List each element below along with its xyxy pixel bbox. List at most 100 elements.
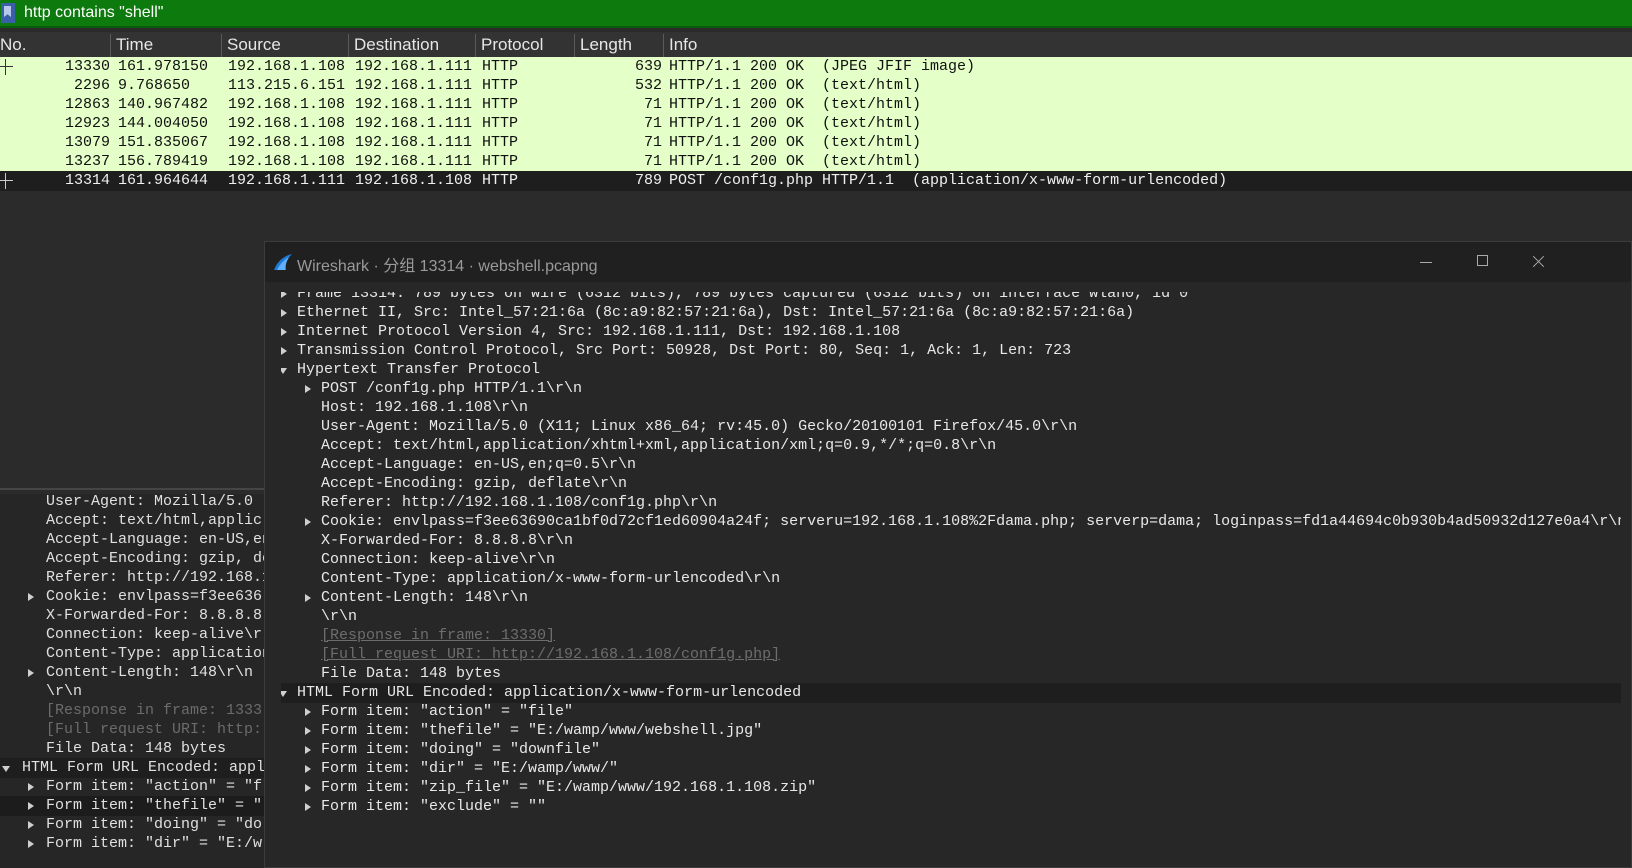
tree-row[interactable]: File Data: 148 bytes (281, 664, 1621, 684)
packet-detail-tree[interactable]: Frame 13314: 789 bytes on wire (6312 bit… (281, 292, 1621, 867)
collapse-arrow-icon[interactable] (281, 683, 291, 703)
column-divider[interactable] (221, 34, 222, 57)
display-filter-bar[interactable]: http contains "shell" (0, 0, 1632, 28)
packet-protocol: HTTP (482, 58, 519, 75)
packet-protocol: HTTP (482, 134, 519, 151)
packet-time: 161.964644 (118, 172, 209, 189)
column-header-protocol[interactable]: Protocol (481, 35, 543, 55)
tree-row[interactable]: \r\n (281, 607, 1621, 627)
expand-arrow-icon[interactable] (301, 740, 315, 760)
column-header-info[interactable]: Info (669, 35, 697, 55)
expand-arrow-icon[interactable] (301, 759, 315, 779)
close-icon[interactable] (1515, 242, 1561, 282)
packet-row[interactable]: 13237 156.789419 192.168.1.108 192.168.1… (0, 152, 1632, 172)
expand-arrow-icon[interactable] (24, 834, 38, 854)
column-header-time[interactable]: Time (116, 35, 153, 55)
detail-line-section[interactable]: HTML Form URL Encoded: appl (0, 758, 264, 778)
expand-arrow-icon[interactable] (24, 796, 38, 816)
tree-row[interactable]: X-Forwarded-For: 8.8.8.8\r\n (281, 531, 1621, 551)
tree-row-ethernet[interactable]: Ethernet II, Src: Intel_57:21:6a (8c:a9:… (281, 303, 1621, 323)
column-divider[interactable] (348, 34, 349, 57)
tree-row[interactable]: Accept-Encoding: gzip, deflate\r\n (281, 474, 1621, 494)
expand-arrow-icon[interactable] (301, 797, 315, 817)
tree-row-form-item[interactable]: Form item: "doing" = "downfile" (281, 740, 1621, 760)
packet-no: 13079 (64, 134, 110, 151)
packet-detail-pane[interactable]: User-Agent: Mozilla/5.0 Accept: text/htm… (0, 494, 264, 868)
expand-arrow-icon[interactable] (24, 587, 38, 607)
expand-arrow-icon[interactable] (24, 663, 38, 683)
packet-info: HTTP/1.1 200 OK (text/html) (669, 153, 922, 170)
tree-row-form-item[interactable]: Form item: "zip_file" = "E:/wamp/www/192… (281, 778, 1621, 798)
expand-arrow-icon[interactable] (301, 588, 315, 608)
packet-source: 192.168.1.108 (228, 134, 346, 151)
expand-arrow-icon[interactable] (24, 777, 38, 797)
window-titlebar[interactable]: Wireshark · 分组 13314 · webshell.pcapng (265, 242, 1631, 282)
expand-arrow-icon[interactable] (281, 322, 291, 342)
column-header-destination[interactable]: Destination (354, 35, 439, 55)
column-divider[interactable] (574, 34, 575, 57)
packet-no: 13237 (64, 153, 110, 170)
packet-row[interactable]: 13079 151.835067 192.168.1.108 192.168.1… (0, 133, 1632, 153)
packet-length: 639 (634, 58, 662, 75)
packet-row[interactable]: 13330 161.978150 192.168.1.108 192.168.1… (0, 57, 1632, 77)
column-divider[interactable] (663, 34, 664, 57)
column-divider[interactable] (110, 34, 111, 57)
tree-row[interactable]: Accept: text/html,application/xhtml+xml,… (281, 436, 1621, 456)
expand-arrow-icon[interactable] (24, 815, 38, 835)
expand-arrow-icon[interactable] (281, 341, 291, 361)
minimize-icon[interactable] (1403, 242, 1449, 282)
tree-row[interactable]: POST /conf1g.php HTTP/1.1\r\n (281, 379, 1621, 399)
packet-row[interactable]: 2296 9.768650 113.215.6.151 192.168.1.11… (0, 76, 1632, 96)
packet-no: 13314 (64, 172, 110, 189)
tree-row-form-item[interactable]: Form item: "action" = "file" (281, 702, 1621, 722)
packet-length: 71 (643, 153, 662, 170)
packet-row[interactable]: 12863 140.967482 192.168.1.108 192.168.1… (0, 95, 1632, 115)
packet-time: 161.978150 (118, 58, 209, 75)
packet-source: 192.168.1.111 (228, 172, 346, 189)
display-filter-input[interactable]: http contains "shell" (24, 4, 163, 22)
collapse-arrow-icon[interactable] (0, 758, 14, 778)
column-divider[interactable] (475, 34, 476, 57)
window-title: Wireshark · 分组 13314 · webshell.pcapng (297, 258, 598, 275)
tree-row-http[interactable]: Hypertext Transfer Protocol (281, 360, 1621, 380)
packet-length: 789 (634, 172, 662, 189)
packet-row-selected[interactable]: 13314 161.964644 192.168.1.111 192.168.1… (0, 171, 1632, 191)
response-frame-link[interactable]: [Response in frame: 13330] (281, 626, 1621, 646)
column-header-no[interactable]: No. (0, 35, 26, 55)
tree-row[interactable]: Referer: http://192.168.1.108/conf1g.php… (281, 493, 1621, 513)
expand-arrow-icon[interactable] (301, 778, 315, 798)
tree-row[interactable]: Content-Type: application/x-www-form-url… (281, 569, 1621, 589)
pane-splitter[interactable] (0, 488, 264, 490)
packet-time: 151.835067 (118, 134, 209, 151)
expand-arrow-icon[interactable] (301, 721, 315, 741)
related-packet-icon (0, 171, 16, 191)
tree-row[interactable]: Connection: keep-alive\r\n (281, 550, 1621, 570)
expand-arrow-icon[interactable] (301, 512, 315, 532)
detail-line-selected[interactable]: Form item: "thefile" = " (0, 796, 264, 816)
tree-row-ipv4[interactable]: Internet Protocol Version 4, Src: 192.16… (281, 322, 1621, 342)
tree-row-form-item[interactable]: Form item: "thefile" = "E:/wamp/www/webs… (281, 721, 1621, 741)
tree-row[interactable]: Content-Length: 148\r\n (281, 588, 1621, 608)
column-header-source[interactable]: Source (227, 35, 281, 55)
tree-row-form-item[interactable]: Form item: "dir" = "E:/wamp/www/" (281, 759, 1621, 779)
full-request-uri-link[interactable]: [Full request URI: http://192.168.1.108/… (281, 645, 1621, 665)
bookmark-icon[interactable] (1, 3, 15, 23)
packet-protocol: HTTP (482, 153, 519, 170)
column-header-length[interactable]: Length (580, 35, 632, 55)
packet-info: HTTP/1.1 200 OK (text/html) (669, 96, 922, 113)
wireshark-fin-icon (274, 254, 292, 270)
expand-arrow-icon[interactable] (281, 303, 291, 323)
tree-row-form-item[interactable]: Form item: "exclude" = "" (281, 797, 1621, 817)
tree-row[interactable]: Accept-Language: en-US,en;q=0.5\r\n (281, 455, 1621, 475)
expand-arrow-icon[interactable] (301, 702, 315, 722)
packet-protocol: HTTP (482, 115, 519, 132)
tree-row[interactable]: User-Agent: Mozilla/5.0 (X11; Linux x86_… (281, 417, 1621, 437)
expand-arrow-icon[interactable] (301, 379, 315, 399)
tree-row-form-urlencoded[interactable]: HTML Form URL Encoded: application/x-www… (281, 683, 1621, 703)
tree-row-tcp[interactable]: Transmission Control Protocol, Src Port:… (281, 341, 1621, 361)
tree-row[interactable]: Host: 192.168.1.108\r\n (281, 398, 1621, 418)
tree-row-cookie[interactable]: Cookie: envlpass=f3ee63690ca1bf0d72cf1ed… (281, 512, 1621, 532)
collapse-arrow-icon[interactable] (281, 360, 291, 380)
packet-row[interactable]: 12923 144.004050 192.168.1.108 192.168.1… (0, 114, 1632, 134)
maximize-icon[interactable] (1459, 242, 1505, 282)
